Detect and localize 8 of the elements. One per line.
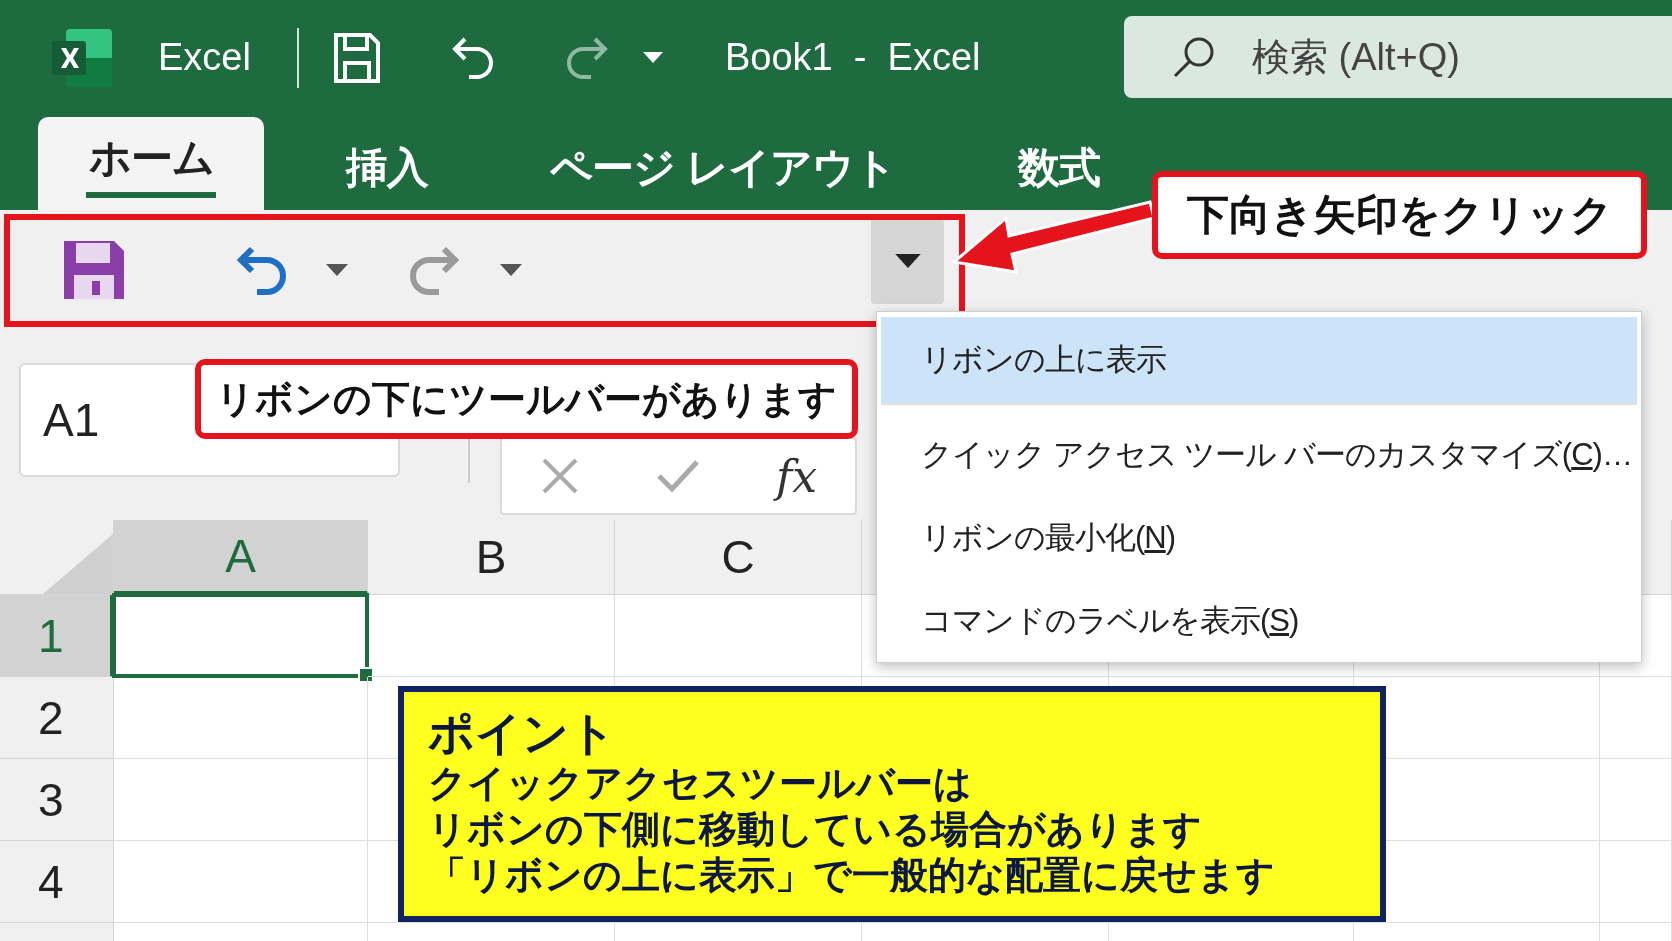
callout-tooltip: リボンの下にツールバーがあります bbox=[195, 359, 858, 439]
note-title: ポイント bbox=[428, 706, 617, 760]
note-text: リボンの下側に移動している場合があります bbox=[428, 807, 1203, 852]
app-name: Excel bbox=[158, 36, 251, 79]
window-title: Book1 - Excel bbox=[724, 36, 981, 79]
note-text: 「リボンの上に表示」で一般的な配置に戻せます bbox=[428, 853, 1276, 898]
note-text: クイックアクセスツールバーは bbox=[428, 761, 973, 806]
callout-tooltip: 下向き矢印をクリック bbox=[1152, 171, 1647, 259]
